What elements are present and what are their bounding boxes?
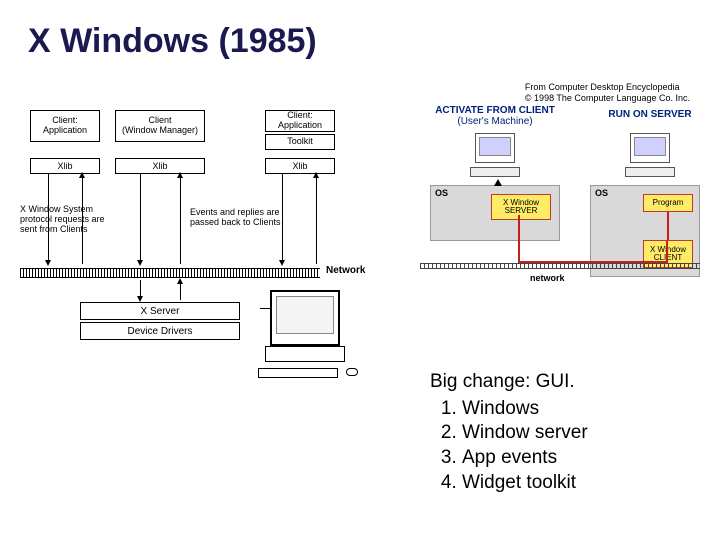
left-architecture-diagram: Client: Application Client (Window Manag…	[20, 110, 420, 460]
red-path-segment	[518, 215, 520, 263]
arrow-up-icon	[494, 179, 502, 186]
summary-bullets: Big change: GUI. Windows Window server A…	[430, 370, 588, 495]
red-path-segment	[666, 241, 668, 263]
toolkit-box: Toolkit	[265, 134, 335, 150]
bullets-lead: Big change: GUI.	[430, 370, 588, 395]
server-monitor-icon	[625, 133, 675, 177]
slide-title: X Windows (1985)	[28, 22, 317, 61]
xlib-box-3: Xlib	[265, 158, 335, 174]
x-server-box: X Server	[80, 302, 240, 320]
red-path-segment	[518, 261, 668, 263]
xlib-box-1: Xlib	[30, 158, 100, 174]
client-monitor-icon	[470, 133, 520, 177]
right-client-server-diagram: ACTIVATE FROM CLIENT (User's Machine) RU…	[420, 105, 710, 305]
bullet-item: Windows	[462, 397, 588, 422]
device-drivers-box: Device Drivers	[80, 322, 240, 340]
attribution-line2: © 1998 The Computer Language Co. Inc.	[525, 93, 690, 104]
bullet-item: Window server	[462, 421, 588, 446]
run-on-server-title: RUN ON SERVER	[600, 109, 700, 120]
network-bus	[20, 268, 320, 278]
bullet-item: Widget toolkit	[462, 471, 588, 496]
network-bus-right	[420, 263, 700, 269]
xlib-box-2: Xlib	[115, 158, 205, 174]
computer-illustration	[250, 290, 370, 390]
client-os-box: OS X Window SERVER	[430, 185, 560, 241]
annotation-protocol-requests: X Window System protocol requests are se…	[20, 205, 120, 235]
mouse-icon	[346, 368, 358, 376]
network-label-right: network	[530, 273, 565, 283]
activate-from-client-title: ACTIVATE FROM CLIENT (User's Machine)	[430, 105, 560, 127]
attribution-line1: From Computer Desktop Encyclopedia	[525, 82, 690, 93]
x-window-server-box: X Window SERVER	[491, 194, 551, 220]
client-application-box-2: Client: Application	[265, 110, 335, 132]
client-application-box-1: Client: Application	[30, 110, 100, 142]
client-window-manager-box: Client (Window Manager)	[115, 110, 205, 142]
program-box: Program	[643, 194, 693, 212]
attribution: From Computer Desktop Encyclopedia © 199…	[525, 82, 690, 104]
annotation-events-replies: Events and replies are passed back to Cl…	[190, 208, 290, 228]
network-label: Network	[326, 265, 365, 276]
red-connector-program-to-client	[667, 212, 669, 240]
bullet-item: App events	[462, 446, 588, 471]
